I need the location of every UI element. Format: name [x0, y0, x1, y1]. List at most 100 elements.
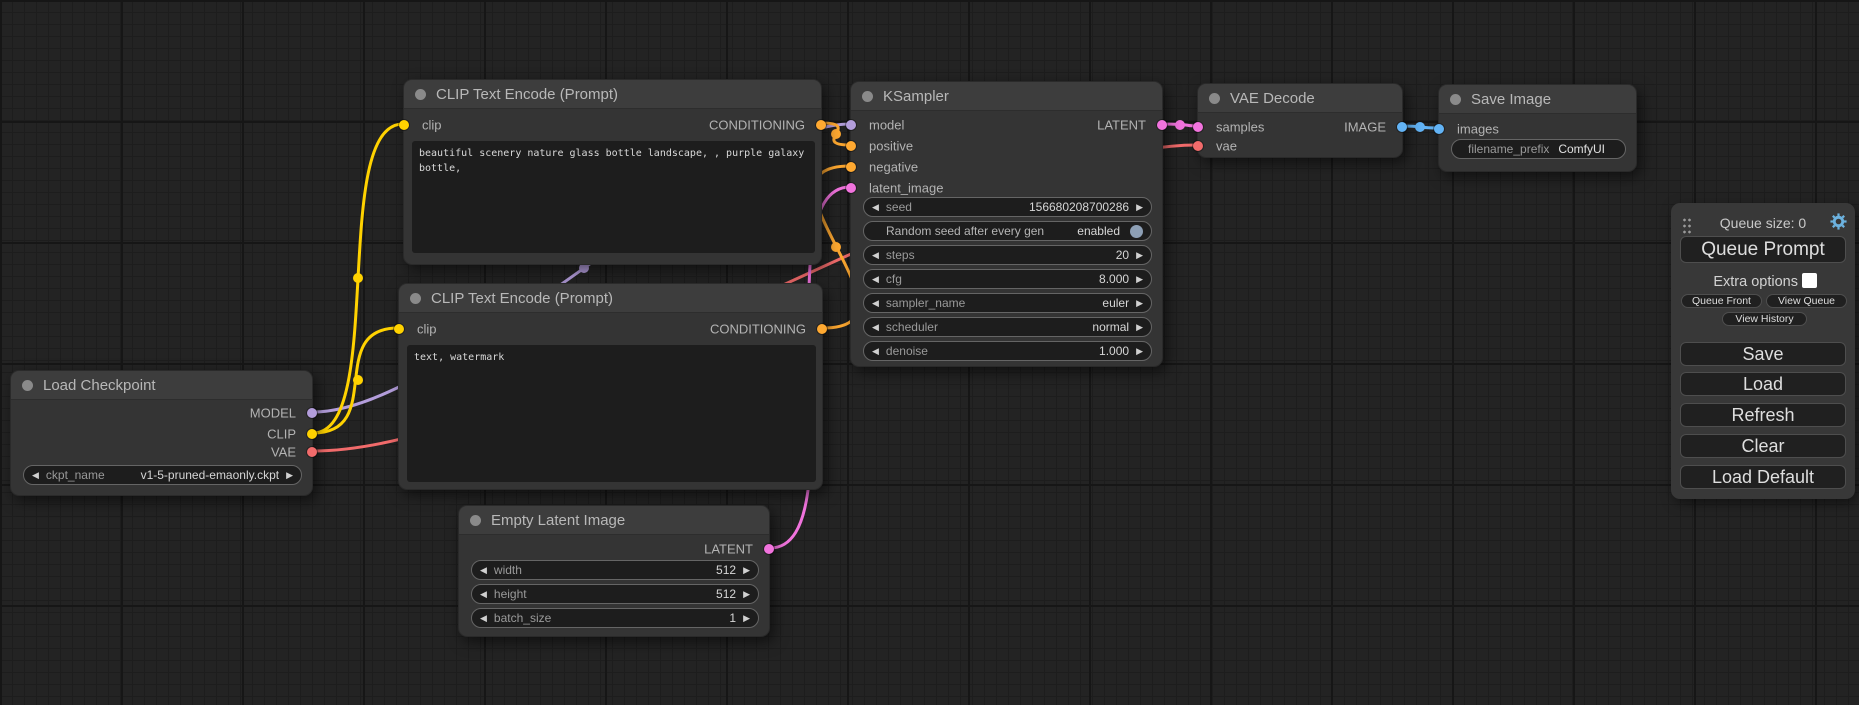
cfg-widget[interactable]: ◀ cfg 8.000 ▶ [863, 269, 1152, 289]
decrement-arrow-icon[interactable]: ◀ [872, 203, 879, 212]
decrement-arrow-icon[interactable]: ◀ [872, 347, 879, 356]
settings-gear-icon[interactable] [1830, 213, 1847, 230]
clip-output-port[interactable] [307, 429, 317, 439]
widget-label: filename_prefix [1468, 142, 1549, 156]
increment-arrow-icon[interactable]: ▶ [1136, 203, 1143, 212]
decrement-arrow-icon[interactable]: ◀ [872, 323, 879, 332]
vae-decode-node[interactable]: VAE Decode samples vae IMAGE [1197, 83, 1403, 158]
seed-widget[interactable]: ◀ seed 156680208700286 ▶ [863, 197, 1152, 217]
latent-output-port[interactable] [1157, 120, 1167, 130]
node-title: Empty Latent Image [491, 512, 625, 529]
view-history-button[interactable]: View History [1722, 312, 1807, 326]
node-title: Load Checkpoint [43, 377, 156, 394]
node-title-bar[interactable]: KSampler [851, 82, 1162, 111]
steps-widget[interactable]: ◀ steps 20 ▶ [863, 245, 1152, 265]
collapse-dot-icon[interactable] [1209, 93, 1220, 104]
decrement-arrow-icon[interactable]: ◀ [872, 251, 879, 260]
denoise-widget[interactable]: ◀ denoise 1.000 ▶ [863, 341, 1152, 361]
node-title: CLIP Text Encode (Prompt) [436, 86, 618, 103]
scheduler-widget[interactable]: ◀ scheduler normal ▶ [863, 317, 1152, 337]
latent-output-port[interactable] [764, 544, 774, 554]
collapse-dot-icon[interactable] [1450, 94, 1461, 105]
load-button[interactable]: Load [1680, 372, 1846, 396]
clip-input-port[interactable] [399, 120, 409, 130]
prompt-textarea[interactable]: beautiful scenery nature glass bottle la… [412, 141, 815, 253]
latent-image-input-port[interactable] [846, 183, 856, 193]
vae-input-port[interactable] [1193, 141, 1203, 151]
conditioning-output-port[interactable] [817, 324, 827, 334]
view-queue-button[interactable]: View Queue [1766, 294, 1847, 308]
prompt-textarea[interactable]: text, watermark [407, 345, 816, 482]
node-graph-canvas[interactable]: Load Checkpoint MODEL CLIP VAE ◀ ckpt_na… [0, 0, 1859, 705]
load-default-button[interactable]: Load Default [1680, 465, 1846, 489]
latent-output-label: LATENT [704, 542, 753, 557]
collapse-dot-icon[interactable] [410, 293, 421, 304]
extra-options-checkbox[interactable] [1802, 273, 1817, 288]
clip-output-label: CLIP [267, 427, 296, 442]
collapse-dot-icon[interactable] [862, 91, 873, 102]
node-title-bar[interactable]: CLIP Text Encode (Prompt) [399, 284, 822, 313]
increment-arrow-icon[interactable]: ▶ [1136, 323, 1143, 332]
node-title-bar[interactable]: CLIP Text Encode (Prompt) [404, 80, 821, 109]
ckpt-name-widget[interactable]: ◀ ckpt_name v1-5-pruned-emaonly.ckpt ▶ [23, 465, 302, 485]
decrement-arrow-icon[interactable]: ◀ [480, 566, 487, 575]
queue-front-button[interactable]: Queue Front [1681, 294, 1762, 308]
filename-prefix-widget[interactable]: filename_prefix ComfyUI [1451, 139, 1626, 159]
vae-output-port[interactable] [307, 447, 317, 457]
clip-text-encode-positive-node[interactable]: CLIP Text Encode (Prompt) clip CONDITION… [403, 79, 822, 265]
empty-latent-image-node[interactable]: Empty Latent Image LATENT ◀ width 512 ▶ … [458, 505, 770, 637]
increment-arrow-icon[interactable]: ▶ [1136, 347, 1143, 356]
queue-prompt-button[interactable]: Queue Prompt [1680, 236, 1846, 263]
clip-text-encode-negative-node[interactable]: CLIP Text Encode (Prompt) clip CONDITION… [398, 283, 823, 490]
ksampler-node[interactable]: KSampler model positive negative latent_… [850, 81, 1163, 367]
negative-input-port[interactable] [846, 162, 856, 172]
save-button[interactable]: Save [1680, 342, 1846, 366]
decrement-arrow-icon[interactable]: ◀ [872, 299, 879, 308]
node-title-bar[interactable]: VAE Decode [1198, 84, 1402, 113]
refresh-button[interactable]: Refresh [1680, 403, 1846, 427]
samples-input-port[interactable] [1193, 122, 1203, 132]
increment-arrow-icon[interactable]: ▶ [1136, 299, 1143, 308]
node-title-bar[interactable]: Save Image [1439, 85, 1636, 114]
images-input-port[interactable] [1434, 124, 1444, 134]
node-title-bar[interactable]: Empty Latent Image [459, 506, 769, 535]
link-midpoint-dot [831, 242, 841, 252]
model-output-port[interactable] [307, 408, 317, 418]
widget-value: normal [1092, 320, 1129, 334]
clear-button[interactable]: Clear [1680, 434, 1846, 458]
random-seed-widget[interactable]: Random seed after every gen enabled [863, 221, 1152, 241]
height-widget[interactable]: ◀ height 512 ▶ [471, 584, 759, 604]
decrement-arrow-icon[interactable]: ◀ [872, 275, 879, 284]
widget-value: 8.000 [1099, 272, 1129, 286]
node-title-bar[interactable]: Load Checkpoint [11, 371, 312, 400]
extra-options-label: Extra options [1713, 274, 1798, 290]
collapse-dot-icon[interactable] [415, 89, 426, 100]
load-checkpoint-node[interactable]: Load Checkpoint MODEL CLIP VAE ◀ ckpt_na… [10, 370, 313, 496]
widget-value: 20 [1116, 248, 1129, 262]
increment-arrow-icon[interactable]: ▶ [743, 590, 750, 599]
batch-size-widget[interactable]: ◀ batch_size 1 ▶ [471, 608, 759, 628]
save-image-node[interactable]: Save Image images filename_prefix ComfyU… [1438, 84, 1637, 172]
image-output-port[interactable] [1397, 122, 1407, 132]
clip-input-port[interactable] [394, 324, 404, 334]
decrement-arrow-icon[interactable]: ◀ [32, 471, 39, 480]
positive-input-port[interactable] [846, 141, 856, 151]
model-input-port[interactable] [846, 120, 856, 130]
toggle-knob-icon[interactable] [1130, 225, 1143, 238]
increment-arrow-icon[interactable]: ▶ [1136, 251, 1143, 260]
increment-arrow-icon[interactable]: ▶ [1136, 275, 1143, 284]
conditioning-output-port[interactable] [816, 120, 826, 130]
increment-arrow-icon[interactable]: ▶ [286, 471, 293, 480]
increment-arrow-icon[interactable]: ▶ [743, 614, 750, 623]
conditioning-output-label: CONDITIONING [710, 322, 806, 337]
decrement-arrow-icon[interactable]: ◀ [480, 614, 487, 623]
collapse-dot-icon[interactable] [22, 380, 33, 391]
collapse-dot-icon[interactable] [470, 515, 481, 526]
model-input-label: model [869, 118, 904, 133]
widget-label: ckpt_name [46, 468, 105, 482]
width-widget[interactable]: ◀ width 512 ▶ [471, 560, 759, 580]
sampler-name-widget[interactable]: ◀ sampler_name euler ▶ [863, 293, 1152, 313]
decrement-arrow-icon[interactable]: ◀ [480, 590, 487, 599]
increment-arrow-icon[interactable]: ▶ [743, 566, 750, 575]
widget-value: v1-5-pruned-emaonly.ckpt [141, 468, 280, 482]
